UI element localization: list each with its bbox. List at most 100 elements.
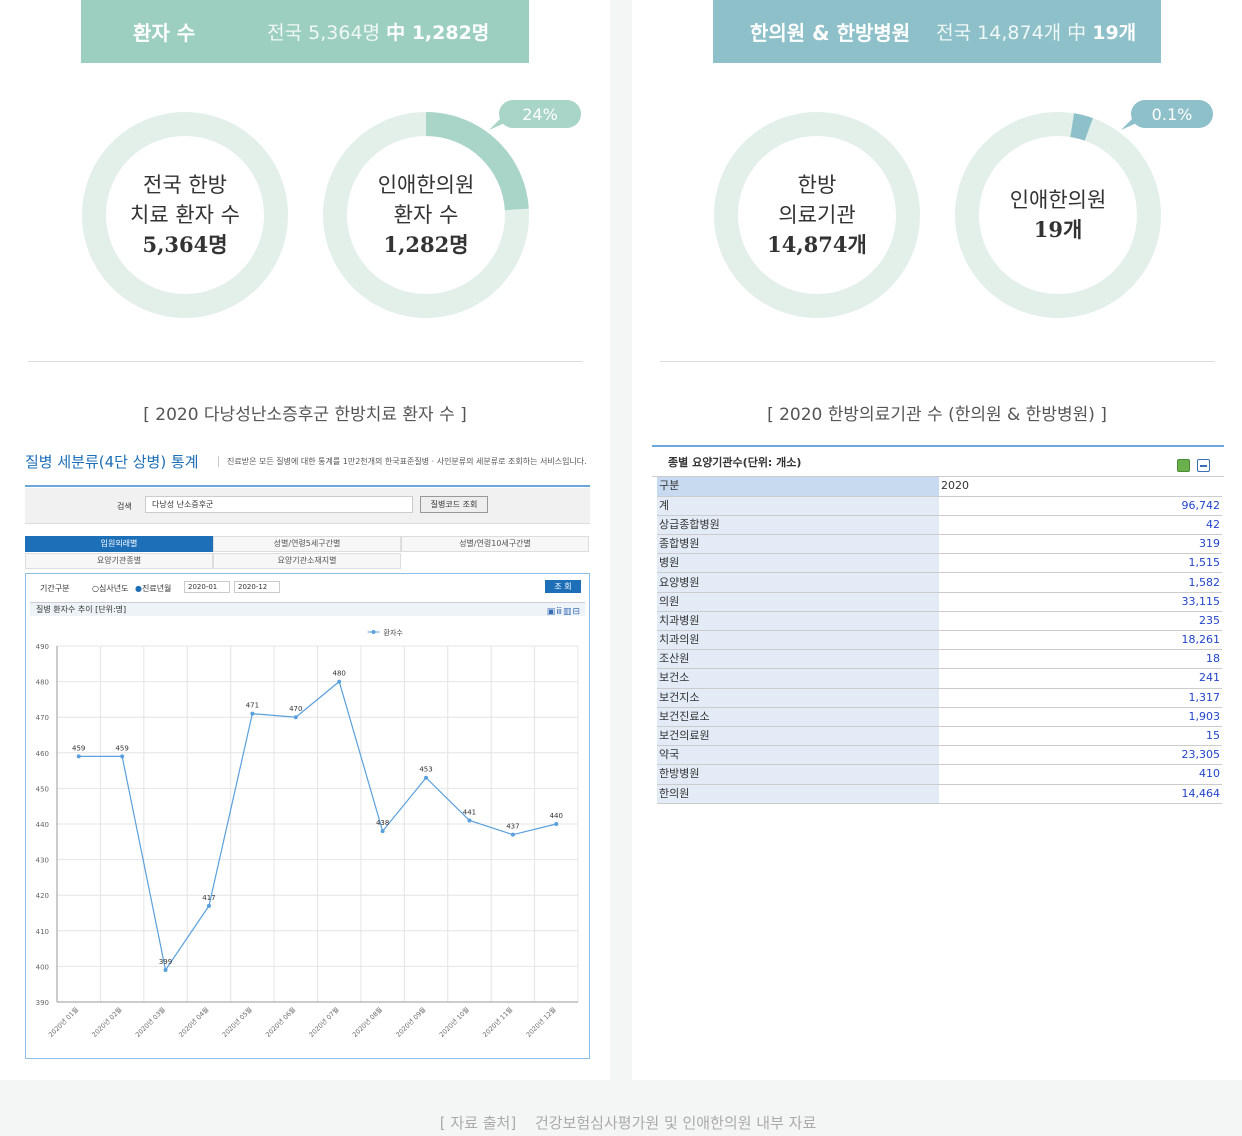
disease-code-search-button[interactable]: 질병코드 조회 (420, 496, 488, 513)
donut-label-line2: 환자 수 (393, 203, 459, 227)
search-input[interactable]: 다낭성 난소증후군 (145, 496, 413, 513)
data-label: 459 (115, 744, 128, 752)
data-label: 459 (72, 744, 85, 752)
x-tick-label: 2020년 11월 (480, 1005, 514, 1039)
row-label: 계 (657, 496, 939, 516)
row-label: 치과의원 (657, 630, 939, 651)
data-label: 399 (159, 958, 172, 966)
collapse-icon[interactable] (1197, 459, 1210, 472)
data-point (163, 967, 168, 972)
date-to-input[interactable]: 2020-12 (234, 581, 280, 593)
institutions-header: 한의원 & 한방병원 전국 14,874개 中 19개 (713, 0, 1161, 63)
table-row: 의원 33,115 (657, 592, 1222, 612)
data-label: 440 (550, 812, 563, 820)
x-tick-label: 2020년 01월 (46, 1005, 80, 1039)
row-label: 보건의료원 (657, 726, 939, 747)
row-label: 조산원 (657, 649, 939, 670)
divider (660, 361, 1215, 362)
table-row: 상급종합병원 42 (657, 515, 1222, 536)
tab-inpatient-outpatient[interactable]: 입원외래별 (25, 536, 213, 552)
chart-box: 기간구분 ○심사년도 ●진료년월 2020-01 2020-12 조 회 질병 … (25, 573, 590, 1059)
table-row: 보건소 241 (657, 668, 1222, 689)
search-bar: 검색 다낭성 난소증후군 질병코드 조회 (25, 488, 590, 524)
excel-export-icon[interactable] (1177, 459, 1190, 472)
table-row: 조산원 18 (657, 649, 1222, 670)
row-value: 319 (939, 534, 1222, 555)
chart-header: 질병 환자수 추이 [단위:명] ▣ⅲ▥⊟ (30, 602, 585, 619)
row-label: 치과병원 (657, 611, 939, 632)
data-point (250, 711, 255, 716)
row-value: 23,305 (939, 745, 1222, 766)
x-tick-label: 2020년 06월 (263, 1005, 297, 1039)
row-value: 18,261 (939, 630, 1222, 651)
source-label: [ 자료 출처] (439, 1114, 517, 1132)
column-header: 2020 (939, 477, 1222, 497)
title-underline (25, 485, 590, 487)
tab-sex-age5[interactable]: 성별/연령5세구간별 (213, 536, 401, 552)
x-tick-label: 2020년 03월 (133, 1005, 167, 1039)
data-label: 437 (506, 823, 519, 831)
page-title: 질병 세분류(4단 상병) 통계 (25, 453, 199, 471)
hira-statistics-screenshot: 질병 세분류(4단 상병) 통계 진료받은 모든 질병에 대한 통계를 1만2천… (25, 445, 590, 1060)
row-value: 33,115 (939, 592, 1222, 612)
radio-treatment-month[interactable]: ●진료년월 (135, 584, 171, 593)
data-point (293, 715, 298, 720)
donut-label-line1: 전국 한방 (143, 173, 227, 197)
y-tick-label: 420 (36, 892, 49, 900)
divider (28, 361, 583, 362)
data-label: 417 (202, 894, 215, 902)
y-tick-label: 490 (36, 643, 49, 651)
row-value: 241 (939, 668, 1222, 689)
table-row: 종합병원 319 (657, 534, 1222, 555)
y-tick-label: 480 (36, 679, 49, 687)
x-tick-label: 2020년 12월 (524, 1005, 558, 1039)
header-title: 한의원 & 한방병원 (750, 21, 911, 45)
donut-value: 19개 (1033, 217, 1083, 242)
row-label: 보건지소 (657, 688, 939, 708)
table-row: 한방병원 410 (657, 764, 1222, 785)
radio-review-year[interactable]: ○심사년도 (92, 584, 128, 593)
data-label: 441 (463, 808, 476, 816)
date-from-input[interactable]: 2020-01 (184, 581, 230, 593)
period-label: 기간구분 (40, 584, 70, 593)
table-header-row: 구분 2020 (657, 477, 1222, 497)
data-point (76, 754, 81, 759)
tab-institution-type[interactable]: 요양기관종별 (25, 553, 213, 569)
donut-value: 14,874개 (767, 232, 867, 257)
column-header: 구분 (657, 477, 939, 497)
table-row: 보건지소 1,317 (657, 688, 1222, 708)
table-row: 치과의원 18,261 (657, 630, 1222, 651)
row-value: 410 (939, 764, 1222, 785)
badge-pointer (489, 118, 507, 130)
institution-count-table: 종별 요양기관수(단위: 개소) 구분 2020 계 96,742 상급종합병원 42 종합… (652, 445, 1224, 804)
tab-institution-location[interactable]: 요양기관소재지별 (213, 553, 401, 569)
tab-sex-age10[interactable]: 성별/연령10세구간별 (401, 536, 589, 552)
chart-tool-icons[interactable]: ▣ⅲ▥⊟ (547, 605, 581, 619)
y-tick-label: 470 (36, 714, 49, 722)
donut-value: 5,364명 (142, 232, 228, 257)
source-text: 건강보험심사평가원 및 인애한의원 내부 자료 (534, 1114, 817, 1132)
row-value: 1,903 (939, 707, 1222, 727)
patients-header: 환자 수 전국 5,364명 中 1,282명 (81, 0, 529, 63)
page-description: 진료받은 모든 질병에 대한 통계를 1만2천개의 한국표준질병 · 사인분류의… (218, 456, 587, 467)
badge-pointer (1121, 118, 1139, 130)
header-summary: 전국 5,364명 中 1,282명 (267, 22, 490, 44)
data-point (467, 818, 472, 823)
y-tick-label: 400 (36, 963, 49, 971)
data-label: 453 (419, 766, 432, 774)
row-value: 1,582 (939, 572, 1222, 593)
percent-badge: 24% (499, 100, 581, 128)
table-title: 종별 요양기관수(단위: 개소) (668, 455, 802, 469)
query-button[interactable]: 조 회 (545, 580, 581, 593)
row-value: 14,464 (939, 784, 1222, 804)
row-label: 약국 (657, 745, 939, 766)
x-tick-label: 2020년 10월 (437, 1005, 471, 1039)
row-label: 상급종합병원 (657, 515, 939, 536)
chart-title: 질병 환자수 추이 [단위:명] (36, 605, 127, 614)
row-label: 한의원 (657, 784, 939, 804)
patients-caption: [ 2020 다낭성난소증후군 한방치료 환자 수 ] (143, 405, 467, 425)
row-label: 보건소 (657, 668, 939, 689)
data-label: 470 (289, 705, 302, 713)
data-point (206, 903, 211, 908)
donut-label-line2: 치료 환자 수 (130, 203, 240, 227)
